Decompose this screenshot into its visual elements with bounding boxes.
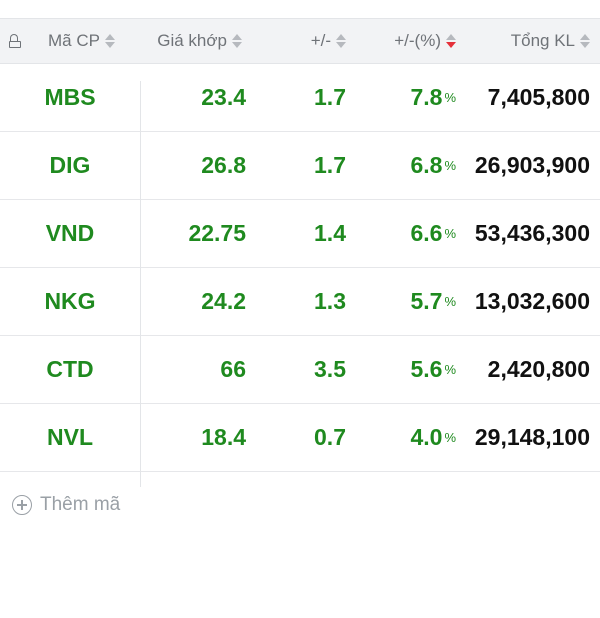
symbol: CTD xyxy=(46,356,94,382)
symbol-cell: NVL xyxy=(0,424,140,451)
volume-cell: 53,436,300 xyxy=(460,220,600,247)
header-symbol[interactable]: Mã CP xyxy=(30,31,140,51)
header-symbol-label: Mã CP xyxy=(48,31,100,50)
header-volume[interactable]: Tổng KL xyxy=(460,31,600,51)
symbol: DIG xyxy=(49,152,91,178)
header-change[interactable]: +/- xyxy=(250,31,350,51)
sort-icon xyxy=(232,33,242,49)
change-cell: 3.5 xyxy=(250,356,350,383)
symbol: VND xyxy=(45,220,95,246)
header-price[interactable]: Giá khớp xyxy=(140,31,250,51)
table-header: Mã CP Giá khớp +/- +/-(%) Tổng KL xyxy=(0,18,600,64)
price-cell: 66 xyxy=(140,356,250,383)
header-price-label: Giá khớp xyxy=(157,31,227,50)
symbol-cell: MBS xyxy=(0,84,140,111)
pct: 5.7 xyxy=(410,288,443,314)
symbol: NKG xyxy=(44,288,96,314)
add-symbol-label: Thêm mã xyxy=(40,494,121,515)
change: 3.5 xyxy=(314,356,346,382)
lock-column[interactable] xyxy=(0,34,30,48)
symbol: NVL xyxy=(47,424,93,450)
price: 23.4 xyxy=(201,84,246,110)
pct-cell: 6.8% xyxy=(350,152,460,179)
price-cell: 18.4 xyxy=(140,424,250,451)
change-cell: 0.7 xyxy=(250,424,350,451)
price-cell: 22.75 xyxy=(140,220,250,247)
table-row[interactable]: NVL 18.4 0.7 4.0% 29,148,100 xyxy=(0,404,600,472)
pct-unit: % xyxy=(444,362,456,377)
volume: 7,405,800 xyxy=(487,84,590,110)
pct-unit: % xyxy=(444,158,456,173)
header-change-label: +/- xyxy=(310,31,331,50)
table-row[interactable]: VND 22.75 1.4 6.6% 53,436,300 xyxy=(0,200,600,268)
symbol-cell: CTD xyxy=(0,356,140,383)
symbol: MBS xyxy=(44,84,96,110)
pct: 4.0 xyxy=(410,424,443,450)
volume-cell: 7,405,800 xyxy=(460,84,600,111)
symbol-cell: DIG xyxy=(0,152,140,179)
table-row[interactable]: MBS 23.4 1.7 7.8% 7,405,800 xyxy=(0,64,600,132)
price: 24.2 xyxy=(201,288,246,314)
unlock-icon[interactable] xyxy=(9,34,21,48)
pct-unit: % xyxy=(444,430,456,445)
table-row[interactable]: NKG 24.2 1.3 5.7% 13,032,600 xyxy=(0,268,600,336)
pct-unit: % xyxy=(444,90,456,105)
change: 1.4 xyxy=(314,220,346,246)
plus-circle-icon xyxy=(12,495,32,515)
pct-unit: % xyxy=(444,294,456,309)
pct-cell: 5.6% xyxy=(350,356,460,383)
pct-cell: 5.7% xyxy=(350,288,460,315)
pct-unit: % xyxy=(444,226,456,241)
price: 26.8 xyxy=(201,152,246,178)
volume-cell: 2,420,800 xyxy=(460,356,600,383)
pct: 6.6 xyxy=(410,220,443,246)
change: 0.7 xyxy=(314,424,346,450)
add-symbol-button[interactable]: Thêm mã xyxy=(0,472,600,538)
volume: 53,436,300 xyxy=(474,220,590,246)
volume: 26,903,900 xyxy=(474,152,590,178)
pct: 5.6 xyxy=(410,356,443,382)
column-divider xyxy=(140,81,141,487)
symbol-cell: VND xyxy=(0,220,140,247)
price: 22.75 xyxy=(188,220,246,246)
price-cell: 24.2 xyxy=(140,288,250,315)
change-cell: 1.7 xyxy=(250,84,350,111)
pct-cell: 4.0% xyxy=(350,424,460,451)
sort-icon xyxy=(104,33,115,49)
pct: 7.8 xyxy=(410,84,443,110)
volume-cell: 26,903,900 xyxy=(460,152,600,179)
pct-cell: 7.8% xyxy=(350,84,460,111)
volume: 2,420,800 xyxy=(487,356,590,382)
header-pct[interactable]: +/-(%) xyxy=(350,31,460,51)
change: 1.3 xyxy=(314,288,346,314)
pct: 6.8 xyxy=(410,152,443,178)
price-cell: 26.8 xyxy=(140,152,250,179)
volume: 13,032,600 xyxy=(474,288,590,314)
change: 1.7 xyxy=(314,84,346,110)
volume: 29,148,100 xyxy=(474,424,590,450)
price: 66 xyxy=(220,356,246,382)
change-cell: 1.4 xyxy=(250,220,350,247)
change: 1.7 xyxy=(314,152,346,178)
table-row[interactable]: DIG 26.8 1.7 6.8% 26,903,900 xyxy=(0,132,600,200)
symbol-cell: NKG xyxy=(0,288,140,315)
pct-cell: 6.6% xyxy=(350,220,460,247)
watchlist-table: Mã CP Giá khớp +/- +/-(%) Tổng KL MBS 23… xyxy=(0,18,600,538)
change-cell: 1.3 xyxy=(250,288,350,315)
change-cell: 1.7 xyxy=(250,152,350,179)
header-pct-label: +/-(%) xyxy=(394,31,441,50)
volume-cell: 29,148,100 xyxy=(460,424,600,451)
volume-cell: 13,032,600 xyxy=(460,288,600,315)
price: 18.4 xyxy=(201,424,246,450)
price-cell: 23.4 xyxy=(140,84,250,111)
sort-icon xyxy=(580,33,590,49)
table-row[interactable]: CTD 66 3.5 5.6% 2,420,800 xyxy=(0,336,600,404)
header-volume-label: Tổng KL xyxy=(510,31,575,50)
sort-desc-icon xyxy=(446,33,456,49)
sort-icon xyxy=(336,33,346,49)
